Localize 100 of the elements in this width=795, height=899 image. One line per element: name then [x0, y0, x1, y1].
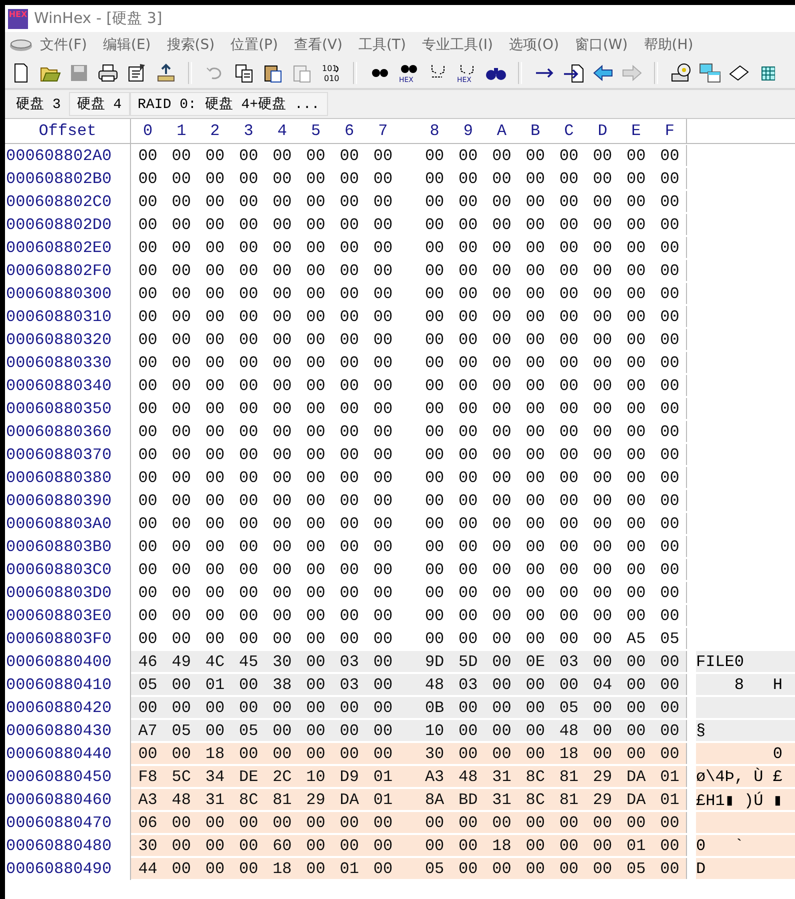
hex-cell-text: 00: [238, 468, 260, 486]
hex-cell-text: 00: [558, 146, 580, 164]
hex-cell-text: 00: [626, 468, 647, 486]
hex-cell-text: 00: [137, 422, 158, 440]
hex-cell-text: 00: [592, 836, 614, 854]
hex-cell-text: 01: [659, 768, 680, 786]
hex-cell-text: 00: [137, 192, 158, 210]
hex-cell-text: 00: [338, 354, 360, 372]
menu-item[interactable]: 选项(O): [502, 36, 568, 54]
hex-cell-text: 00: [305, 330, 326, 348]
hex-cell-text: 00: [170, 468, 192, 486]
hex-cell-text: 00: [458, 514, 479, 532]
hex-cell-text: 18: [272, 860, 293, 878]
hex-cell-text: 00: [659, 860, 680, 878]
hex-cell-text: 00: [137, 146, 158, 164]
hex-cell-text: 00: [458, 744, 479, 762]
menu-item[interactable]: 帮助(H): [636, 36, 702, 54]
ascii-text: ø\4Þ, Ù £: [696, 768, 782, 786]
hex-cell-text: 00: [272, 216, 293, 234]
hex-cell-text: 00: [204, 422, 226, 440]
ascii-text: £H1▮ )Ú ▮: [696, 790, 782, 810]
menu-item[interactable]: 编辑(E): [96, 36, 160, 54]
hex-cell-text: 00: [272, 262, 293, 280]
hex-cell-text: 00: [558, 400, 580, 418]
hex-cell-text: 00: [338, 170, 360, 188]
hex-cell-text: 00: [372, 284, 394, 302]
menu-item[interactable]: 窗口(W): [568, 36, 637, 54]
hex-cell-text: 00: [372, 238, 394, 256]
hex-cell-text: 00: [137, 468, 158, 486]
hex-cell-text: 00: [338, 262, 360, 280]
hex-cell-text: 00: [524, 630, 546, 648]
hex-cell-text: 00: [558, 192, 580, 210]
hex-cell-text: 00: [524, 584, 546, 602]
hex-cell-text: 00: [372, 446, 394, 464]
hex-cell-text: 00: [372, 216, 394, 234]
hex-cell-text: 00: [372, 192, 394, 210]
hex-cell-text: 00: [491, 354, 512, 372]
hex-cell-text: 00: [272, 354, 293, 372]
hex-cell-text: 00: [338, 422, 360, 440]
hex-cell-text: 00: [238, 538, 260, 556]
hex-cell-text: 00: [238, 584, 260, 602]
hex-cell-text: 00: [204, 630, 226, 648]
printer-icon: [96, 62, 118, 84]
hex-cell-text: 00: [592, 192, 614, 210]
hex-cell-text: 00: [458, 238, 479, 256]
hex-cell-text: 00: [659, 606, 680, 624]
hex-cell-text: 00: [524, 560, 546, 578]
hex-cell-text: 00: [659, 422, 680, 440]
hex-cell-text: 44: [137, 860, 158, 878]
hex-cell-text: 81: [558, 790, 580, 808]
hex-cell-text: 00: [338, 446, 360, 464]
hex-cell-text: 00: [558, 676, 580, 694]
hex-cell-text: 00: [372, 676, 394, 694]
hex-cell-text: 00: [659, 698, 680, 716]
menu-item[interactable]: 文件(F): [33, 36, 96, 54]
column-header: 0: [142, 122, 154, 140]
hex-cell-text: 00: [372, 630, 394, 648]
menu-item[interactable]: 查看(V): [286, 36, 352, 54]
hex-cell-text: 06: [137, 814, 158, 832]
hex-cell-text: 00: [338, 284, 360, 302]
hex-cell-text: 48: [558, 722, 580, 740]
hex-cell-text: 00: [458, 722, 479, 740]
menu-item[interactable]: 搜索(S): [160, 36, 224, 54]
hex-cell-text: 00: [424, 192, 446, 210]
hex-cell-text: 00: [659, 192, 680, 210]
hex-cell-text: 00: [305, 514, 326, 532]
hex-cell-text: 29: [592, 790, 614, 808]
hex-cell-text: 00: [592, 216, 614, 234]
menu-item[interactable]: 专业工具(I): [414, 36, 502, 54]
hex-cell-text: 00: [204, 514, 226, 532]
tab[interactable]: RAID 0: 硬盘 4+硬盘 ...: [130, 92, 328, 116]
hex-cell-text: 00: [137, 446, 158, 464]
hex-cell-text: 00: [137, 538, 158, 556]
hex-cell-text: 00: [592, 814, 614, 832]
hex-cell-text: 00: [626, 308, 647, 326]
hex-cell-text: 00: [305, 376, 326, 394]
hex-cell-text: 00: [372, 538, 394, 556]
hex-cell-text: 00: [524, 698, 546, 716]
hex-cell-text: BD: [458, 790, 479, 808]
hex-cell-text: 31: [204, 790, 226, 808]
hex-cell-text: 00: [272, 606, 293, 624]
hex-cell-text: 00: [491, 630, 512, 648]
tab[interactable]: 硬盘 4: [68, 92, 130, 116]
hex-cell-text: 00: [491, 584, 512, 602]
hex-cell-text: 00: [626, 652, 647, 670]
hex-cell-text: 00: [338, 722, 360, 740]
hex-cell-text: 00: [272, 192, 293, 210]
hex-cell-text: 00: [659, 538, 680, 556]
menu-item[interactable]: 位置(P): [224, 36, 287, 54]
ascii-text: 0 `: [696, 836, 744, 854]
hex-cell-text: 00: [272, 400, 293, 418]
menu-item[interactable]: 工具(T): [351, 36, 415, 54]
hex-cell-text: 48: [458, 768, 479, 786]
disk-drive-icon[interactable]: [9, 36, 33, 52]
hex-cell-text: 03: [338, 652, 360, 670]
hex-cell-text: 00: [524, 170, 546, 188]
hex-cell-text: 05: [137, 676, 158, 694]
hex-cell-text: 00: [491, 514, 512, 532]
hex-cell-text: 00: [272, 560, 293, 578]
hex-cell-text: 00: [137, 400, 158, 418]
